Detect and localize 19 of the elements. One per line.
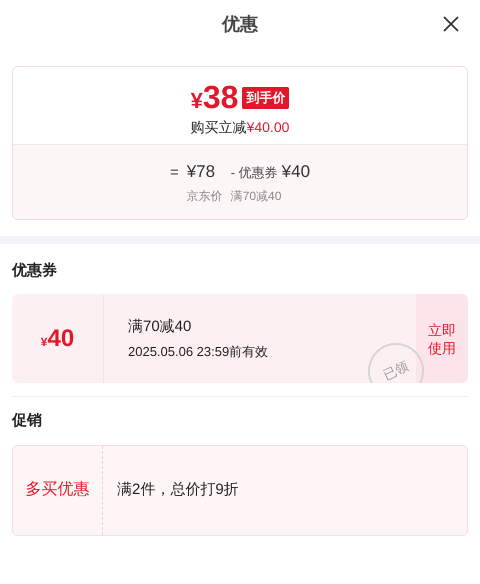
coupon-condition: 满70减40 [128, 316, 192, 336]
use-now-button[interactable]: 立即使用 [416, 294, 468, 383]
close-icon[interactable] [443, 16, 459, 32]
saving-text: 购买立减¥40.00 [190, 118, 290, 137]
promotion-tag: 多买优惠 [26, 478, 90, 502]
equals-sign: = [170, 163, 179, 183]
coupon-caption: 满70减40 [230, 188, 282, 204]
dialog-title: 优惠 [222, 12, 258, 36]
section-heading: 促销 [12, 411, 43, 431]
final-price-badge: 到手价 [242, 87, 290, 109]
section-heading: 优惠券 [12, 260, 58, 280]
coupon-amount: ¥40 [40, 324, 74, 354]
base-price-caption: 京东价 [186, 188, 223, 204]
coupon-deduction-label: - 优惠券 [230, 164, 278, 182]
final-price: ¥38 [190, 79, 238, 117]
base-price: ¥78 [186, 161, 216, 183]
coupon-deduction: ¥40 [282, 161, 310, 183]
promotion-description: 满2件，总价打9折 [117, 480, 239, 500]
coupon-validity: 2025.05.06 23:59前有效 [128, 343, 270, 361]
